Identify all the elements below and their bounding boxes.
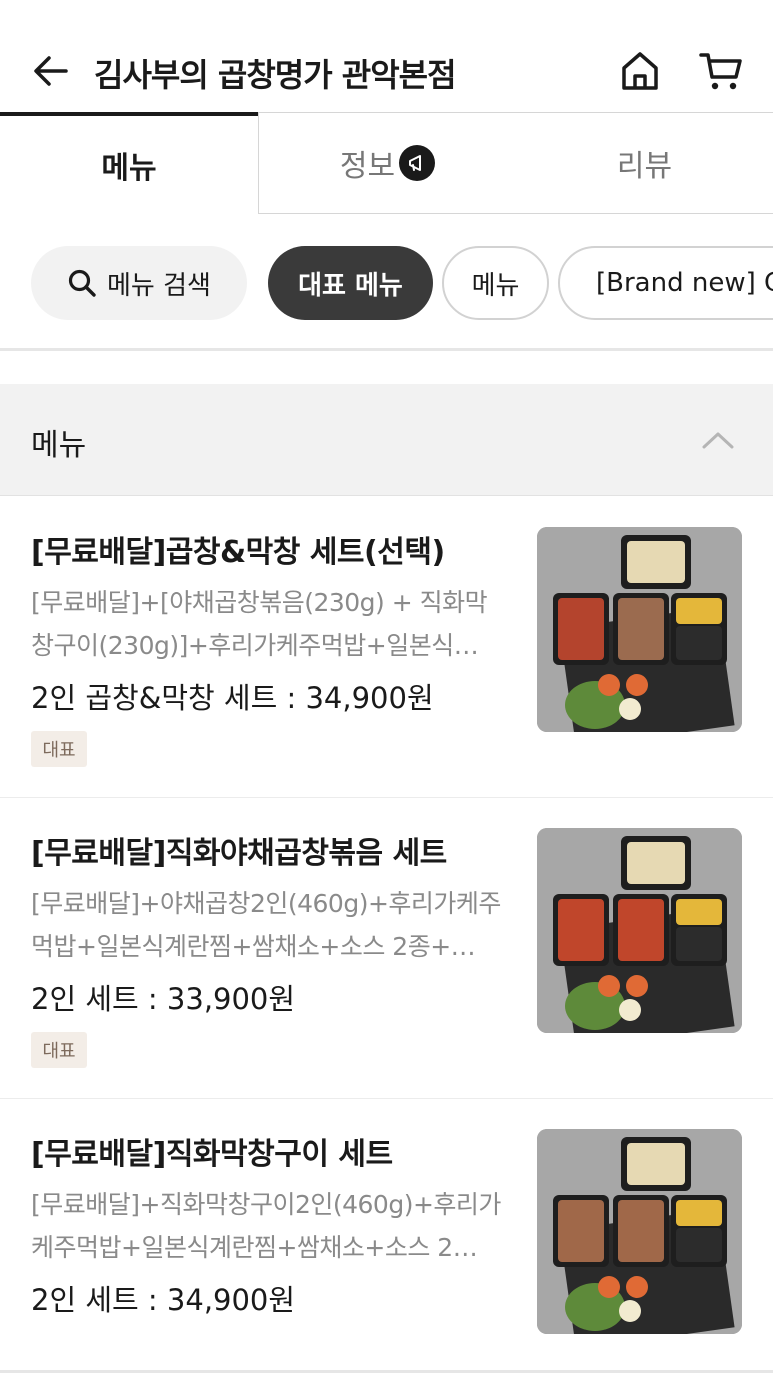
menu-item-name: [무료배달]직화막창구이 세트 bbox=[31, 1137, 393, 1172]
menu-item-price: 2인 세트 : 34,900원 bbox=[31, 1283, 296, 1317]
representative-badge: 대표 bbox=[31, 1032, 87, 1068]
menu-item-photo bbox=[537, 828, 742, 1033]
menu-item[interactable]: [무료배달]직화막창구이 세트 [무료배달]+직화막창구이2인(460g)+후리… bbox=[0, 1099, 773, 1395]
representative-badge: 대표 bbox=[31, 731, 87, 767]
tab-info-label: 정보 bbox=[339, 149, 396, 184]
chip-menu[interactable]: 메뉴 bbox=[442, 246, 549, 320]
menu-item[interactable]: [무료배달]곱창&막창 세트(선택) [무료배달]+[야채곱창볶음(230g) … bbox=[0, 497, 773, 798]
chevron-up-icon bbox=[702, 432, 734, 449]
tab-review-label: 리뷰 bbox=[616, 149, 673, 184]
chip-representative-menu[interactable]: 대표 메뉴 bbox=[268, 246, 433, 320]
menu-item-photo bbox=[537, 527, 742, 732]
menu-search-button[interactable]: 메뉴 검색 bbox=[31, 246, 247, 320]
chip-label: [Brand new] G bbox=[596, 268, 773, 298]
store-tabs: 메뉴 정보 리뷰 bbox=[0, 112, 773, 214]
search-icon bbox=[68, 269, 96, 297]
menu-item-price: 2인 곱창&막창 세트 : 34,900원 bbox=[31, 681, 434, 715]
menu-section-header[interactable]: 메뉴 bbox=[0, 384, 773, 496]
menu-item-description: [무료배달]+[야채곱창볶음(230g) + 직화막창구이(230g)]+후리가… bbox=[31, 588, 488, 660]
menu-item-description: [무료배달]+직화막창구이2인(460g)+후리가케주먹밥+일본식계란찜+쌈채소… bbox=[31, 1190, 501, 1262]
arrow-left-icon bbox=[34, 56, 68, 86]
menu-item-photo bbox=[537, 1129, 742, 1334]
menu-item-name: [무료배달]직화야채곱창볶음 세트 bbox=[31, 836, 447, 871]
tab-menu[interactable]: 메뉴 bbox=[0, 112, 258, 214]
menu-item[interactable]: [무료배달]직화야채곱창볶음 세트 [무료배달]+야채곱창2인(460g)+후리… bbox=[0, 798, 773, 1099]
menu-item-name: [무료배달]곱창&막창 세트(선택) bbox=[31, 535, 445, 570]
tab-review[interactable]: 리뷰 bbox=[516, 112, 773, 214]
menu-item-price: 2인 세트 : 33,900원 bbox=[31, 982, 296, 1016]
megaphone-icon bbox=[399, 145, 436, 181]
cart-icon bbox=[699, 53, 742, 90]
divider bbox=[0, 1370, 773, 1373]
tab-info[interactable]: 정보 bbox=[258, 112, 516, 214]
app-header: 김사부의 곱창명가 관악본점 bbox=[0, 0, 773, 112]
divider bbox=[0, 348, 773, 351]
home-button[interactable] bbox=[618, 49, 662, 93]
store-title: 김사부의 곱창명가 관악본점 bbox=[94, 56, 457, 94]
chip-brand-new[interactable]: [Brand new] G bbox=[558, 246, 773, 320]
category-chips: 메뉴 검색 대표 메뉴 메뉴 [Brand new] G bbox=[0, 214, 773, 350]
chip-label: 대표 메뉴 bbox=[298, 270, 403, 301]
collapse-button[interactable] bbox=[700, 428, 736, 452]
home-icon bbox=[622, 52, 658, 90]
back-button[interactable] bbox=[30, 50, 72, 92]
chip-label: 메뉴 bbox=[471, 270, 520, 301]
section-title: 메뉴 bbox=[31, 428, 87, 463]
tab-menu-label: 메뉴 bbox=[101, 151, 157, 186]
menu-item-description: [무료배달]+야채곱창2인(460g)+후리가케주먹밥+일본식계란찜+쌈채소+소… bbox=[31, 889, 501, 961]
cart-button[interactable] bbox=[698, 49, 744, 93]
menu-search-label: 메뉴 검색 bbox=[107, 270, 211, 301]
